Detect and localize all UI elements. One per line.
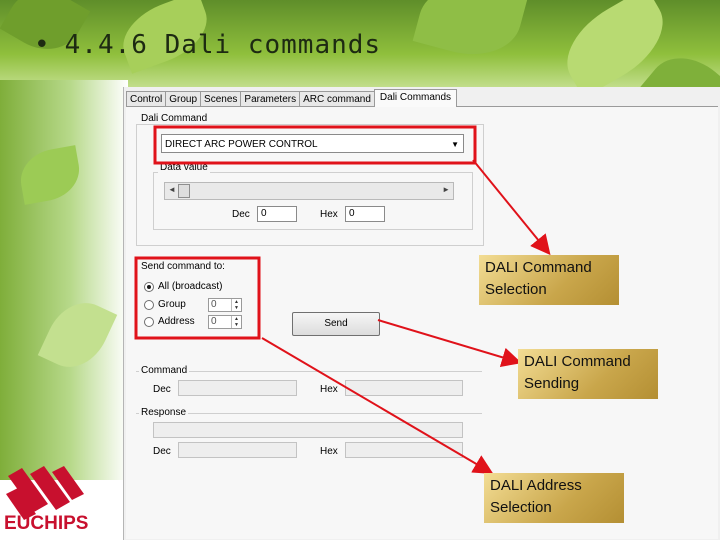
arrow-to-selection-callout [472,159,551,256]
send-to-highlight-box [134,256,261,340]
tab-dali-commands[interactable]: Dali Commands [373,89,458,107]
dali-command-highlight-box [153,125,477,165]
callout-command-sending: DALI Command Sending [518,349,658,399]
callout-address-selection: DALI Address Selection [484,473,624,523]
callout-command-selection: DALI Command Selection [479,255,619,305]
arrow-to-address-callout [261,337,494,475]
arrow-to-sending-callout [377,319,522,367]
